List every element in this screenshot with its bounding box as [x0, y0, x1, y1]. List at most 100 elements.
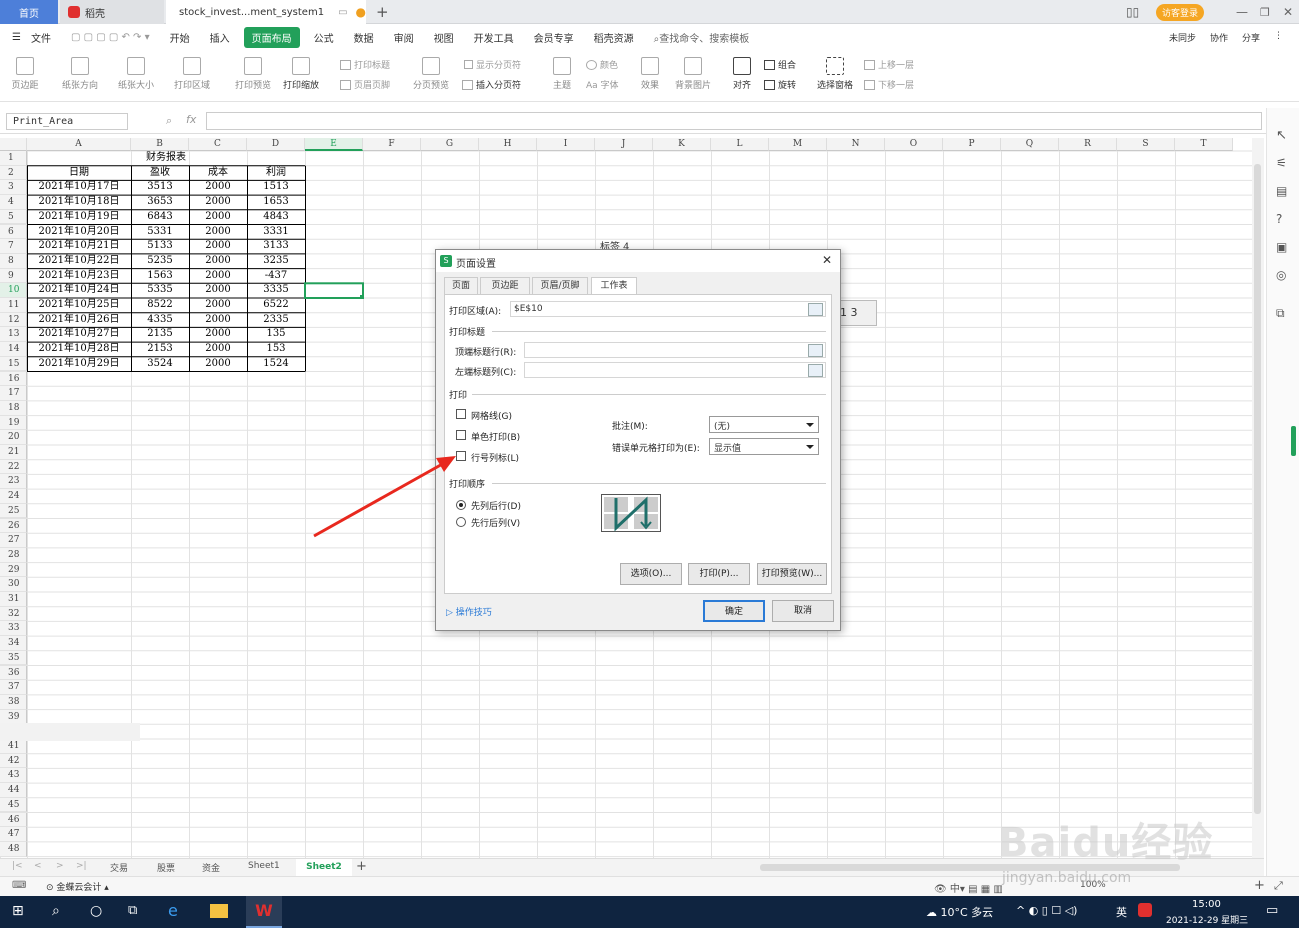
table-cell[interactable]: 2000 — [189, 313, 247, 328]
group-button[interactable]: 组合 — [764, 58, 796, 71]
table-cell[interactable]: 2000 — [189, 269, 247, 284]
table-cell[interactable]: 6843 — [131, 210, 189, 225]
table-cell[interactable]: 2135 — [131, 327, 189, 342]
table-cell[interactable]: 2000 — [189, 195, 247, 210]
search-taskbar-icon[interactable]: ⌕ — [52, 903, 60, 919]
row-header[interactable]: 8 — [0, 253, 27, 269]
formula-input[interactable] — [206, 112, 1262, 130]
menu-insert[interactable]: 插入 — [210, 30, 230, 45]
table-cell[interactable]: 2021年10月19日 — [27, 210, 131, 225]
column-header[interactable]: P — [943, 138, 1001, 151]
table-cell[interactable]: 153 — [247, 342, 305, 357]
table-cell[interactable]: 3331 — [247, 225, 305, 240]
mono-checkbox[interactable] — [456, 430, 466, 440]
table-cell[interactable]: 4843 — [247, 210, 305, 225]
ime-indicator[interactable]: 英 — [1116, 904, 1127, 920]
top-rows-collapse-icon[interactable] — [808, 344, 823, 357]
column-header[interactable]: R — [1059, 138, 1117, 151]
table-cell[interactable]: 2021年10月18日 — [27, 195, 131, 210]
theme-button[interactable]: 主题 — [548, 57, 576, 91]
dialog-close-icon[interactable]: ✕ — [822, 253, 832, 267]
send-backward-button[interactable]: 下移一层 — [864, 78, 914, 91]
column-header[interactable]: C — [189, 138, 247, 151]
row-header[interactable]: 41 — [0, 739, 27, 754]
visitor-login-button[interactable]: 访客登录 — [1156, 0, 1205, 24]
image-icon[interactable]: ▣ — [1276, 240, 1287, 254]
last-sheet-icon[interactable]: >| — [76, 861, 87, 871]
vertical-scrollbar[interactable] — [1252, 138, 1264, 858]
menu-formulas[interactable]: 公式 — [314, 30, 334, 45]
edge-icon[interactable]: e — [168, 901, 178, 920]
sync-button[interactable]: 未同步 — [1169, 31, 1196, 44]
over-then-down-radio[interactable] — [456, 517, 466, 527]
command-search[interactable]: ⌕查找命令、搜索模板 — [654, 30, 750, 45]
collab-button[interactable]: 协作 — [1210, 31, 1228, 44]
first-sheet-icon[interactable]: |< — [12, 861, 23, 871]
more-icon[interactable]: ⋮ — [1274, 31, 1283, 44]
row-header[interactable]: 33 — [0, 621, 27, 637]
table-cell[interactable]: 5235 — [131, 254, 189, 269]
row-header[interactable]: 35 — [0, 650, 27, 666]
row-header[interactable]: 5 — [0, 209, 27, 225]
clock-date[interactable]: 2021-12-29 星期三 — [1166, 913, 1248, 926]
row-header[interactable]: 22 — [0, 459, 27, 475]
menu-home[interactable]: 开始 — [170, 30, 190, 45]
column-header[interactable]: O — [885, 138, 943, 151]
table-cell[interactable]: 2000 — [189, 298, 247, 313]
settings-sliders-icon[interactable]: ⚟ — [1276, 156, 1287, 170]
add-sheet-button[interactable]: + — [356, 859, 367, 874]
prev-sheet-icon[interactable]: < — [34, 861, 42, 871]
table-cell[interactable]: 1563 — [131, 269, 189, 284]
row-header[interactable]: 15 — [0, 356, 27, 372]
help-icon[interactable]: ? — [1276, 212, 1282, 226]
table-cell[interactable]: 3335 — [247, 283, 305, 298]
table-cell[interactable]: 2000 — [189, 239, 247, 254]
window-layout-icon[interactable]: ▯▯ — [1126, 0, 1139, 24]
tab-header-footer[interactable]: 页眉/页脚 — [532, 277, 588, 294]
next-sheet-icon[interactable]: > — [56, 861, 64, 871]
table-cell[interactable]: 2153 — [131, 342, 189, 357]
table-cell[interactable]: 2021年10月28日 — [27, 342, 131, 357]
close-window-button[interactable]: ✕ — [1283, 0, 1293, 24]
table-cell[interactable]: 1653 — [247, 195, 305, 210]
left-cols-collapse-icon[interactable] — [808, 364, 823, 377]
column-header[interactable]: H — [479, 138, 537, 151]
select-all-corner[interactable] — [0, 138, 27, 151]
zoom-search-icon[interactable]: ⌕ — [166, 114, 172, 128]
row-header[interactable]: 11 — [0, 298, 27, 313]
share-button[interactable]: 分享 — [1242, 31, 1260, 44]
table-cell[interactable]: 2021年10月20日 — [27, 225, 131, 240]
wps-tray-icon[interactable] — [1138, 903, 1152, 917]
down-then-over-radio[interactable] — [456, 500, 466, 510]
menu-file[interactable]: 文件 — [31, 30, 51, 45]
row-header[interactable]: 2 — [0, 165, 27, 181]
system-tray-icons[interactable]: ^ ◐ ▯ ☐ ◁) — [1016, 904, 1077, 917]
table-cell[interactable]: 2335 — [247, 313, 305, 328]
table-header-cell[interactable]: 日期 — [27, 166, 131, 181]
row-header[interactable]: 6 — [0, 224, 27, 240]
print-scale-button[interactable]: 打印缩放 — [280, 57, 322, 91]
fill-handle[interactable] — [360, 295, 364, 299]
menu-page-layout[interactable]: 页面布局 — [243, 26, 300, 48]
effects-button[interactable]: 效果 — [636, 57, 664, 91]
row-header[interactable]: 17 — [0, 386, 27, 401]
table-cell[interactable]: 3524 — [131, 357, 189, 372]
table-header-cell[interactable]: 成本 — [189, 166, 247, 181]
weather-widget[interactable]: ☁ 10°C 多云 — [926, 904, 993, 920]
new-tab-button[interactable]: + — [376, 0, 389, 24]
row-header[interactable]: 14 — [0, 342, 27, 357]
table-cell[interactable]: 2000 — [189, 283, 247, 298]
row-header[interactable]: 31 — [0, 592, 27, 607]
column-header[interactable]: J — [595, 138, 653, 151]
row-header[interactable]: 16 — [0, 371, 27, 387]
row-header[interactable]: 38 — [0, 694, 27, 710]
table-cell[interactable]: 2000 — [189, 180, 247, 195]
sheet-title-cell[interactable]: 财务报表 — [27, 151, 305, 166]
row-header[interactable]: 24 — [0, 489, 27, 504]
table-cell[interactable]: 1524 — [247, 357, 305, 372]
row-header[interactable]: 7 — [0, 239, 27, 254]
cursor-icon[interactable]: ↖ — [1276, 128, 1287, 143]
row-header[interactable]: 47 — [0, 827, 27, 842]
quick-access-icons[interactable]: ▢ ▢ ▢ ▢ ↶ ↷ ▾ — [71, 32, 150, 43]
table-cell[interactable]: 2021年10月23日 — [27, 269, 131, 284]
